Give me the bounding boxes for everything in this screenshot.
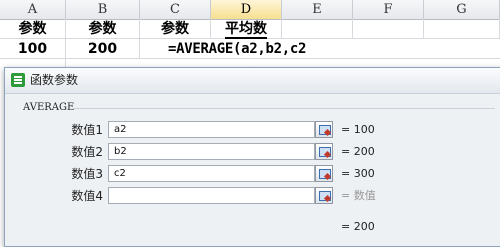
argument-2-result: = 200 bbox=[341, 145, 375, 158]
argument-2-input[interactable] bbox=[108, 143, 315, 160]
column-header-d[interactable]: D bbox=[211, 0, 282, 19]
group-divider bbox=[73, 108, 495, 109]
cell-c1[interactable]: 参数 bbox=[140, 19, 211, 39]
sheet-row-2: 100 200 =AVERAGE(a2,b2,c2 bbox=[0, 39, 500, 59]
dialog-titlebar[interactable]: 函数参数 bbox=[5, 68, 500, 94]
argument-3-input[interactable] bbox=[108, 165, 315, 182]
argument-label: 数值4 bbox=[71, 189, 103, 203]
column-header-b[interactable]: B bbox=[66, 0, 140, 19]
cell-a1[interactable]: 参数 bbox=[0, 19, 66, 39]
argument-row-1: 数值1 = 100 bbox=[5, 120, 500, 140]
column-header-c[interactable]: C bbox=[140, 0, 211, 19]
argument-label: 数值1 bbox=[71, 123, 103, 137]
function-name: AVERAGE bbox=[23, 102, 75, 113]
cell-d1-text: 平均数 bbox=[225, 21, 267, 39]
spreadsheet-app-icon bbox=[11, 73, 25, 87]
cell-b2[interactable]: 200 bbox=[66, 39, 140, 59]
cell-g1[interactable] bbox=[424, 19, 500, 39]
column-header-f[interactable]: F bbox=[353, 0, 424, 19]
argument-4-hint: = 数值 bbox=[341, 189, 376, 202]
argument-row-4: 数值4 = 数值 bbox=[5, 186, 500, 206]
argument-label: 数值2 bbox=[71, 145, 103, 159]
argument-label: 数值3 bbox=[71, 167, 103, 181]
sheet-row-1: 参数 参数 参数 平均数 bbox=[0, 19, 500, 39]
dialog-title: 函数参数 bbox=[30, 73, 79, 87]
argument-3-result: = 300 bbox=[341, 167, 375, 180]
cell-a2[interactable]: 100 bbox=[0, 39, 66, 59]
formula-result: = 200 bbox=[341, 220, 375, 233]
argument-row-2: 数值2 = 200 bbox=[5, 142, 500, 162]
cell-e1[interactable] bbox=[282, 19, 353, 39]
sheet-row-3 bbox=[0, 59, 500, 67]
argument-row-3: 数值3 = 300 bbox=[5, 164, 500, 184]
collapse-dialog-icon[interactable] bbox=[315, 165, 333, 182]
column-header-g[interactable]: G bbox=[424, 0, 500, 19]
argument-1-result: = 100 bbox=[341, 123, 375, 136]
cell-d1[interactable]: 平均数 bbox=[211, 19, 282, 39]
cell-f1[interactable] bbox=[353, 19, 424, 39]
function-arguments-dialog: 函数参数 AVERAGE 数值1 = 100 数值2 = 200 数值3 = 3… bbox=[4, 67, 500, 247]
cell-b1[interactable]: 参数 bbox=[66, 19, 140, 39]
column-headers: A B C D E F G bbox=[0, 0, 500, 20]
collapse-dialog-icon[interactable] bbox=[315, 121, 333, 138]
formula-text[interactable]: =AVERAGE(a2,b2,c2 bbox=[168, 39, 338, 59]
column-header-a[interactable]: A bbox=[0, 0, 66, 19]
argument-1-input[interactable] bbox=[108, 121, 315, 138]
collapse-dialog-icon[interactable] bbox=[315, 143, 333, 160]
column-header-e[interactable]: E bbox=[282, 0, 353, 19]
argument-4-input[interactable] bbox=[108, 187, 315, 204]
collapse-dialog-icon[interactable] bbox=[315, 187, 333, 204]
